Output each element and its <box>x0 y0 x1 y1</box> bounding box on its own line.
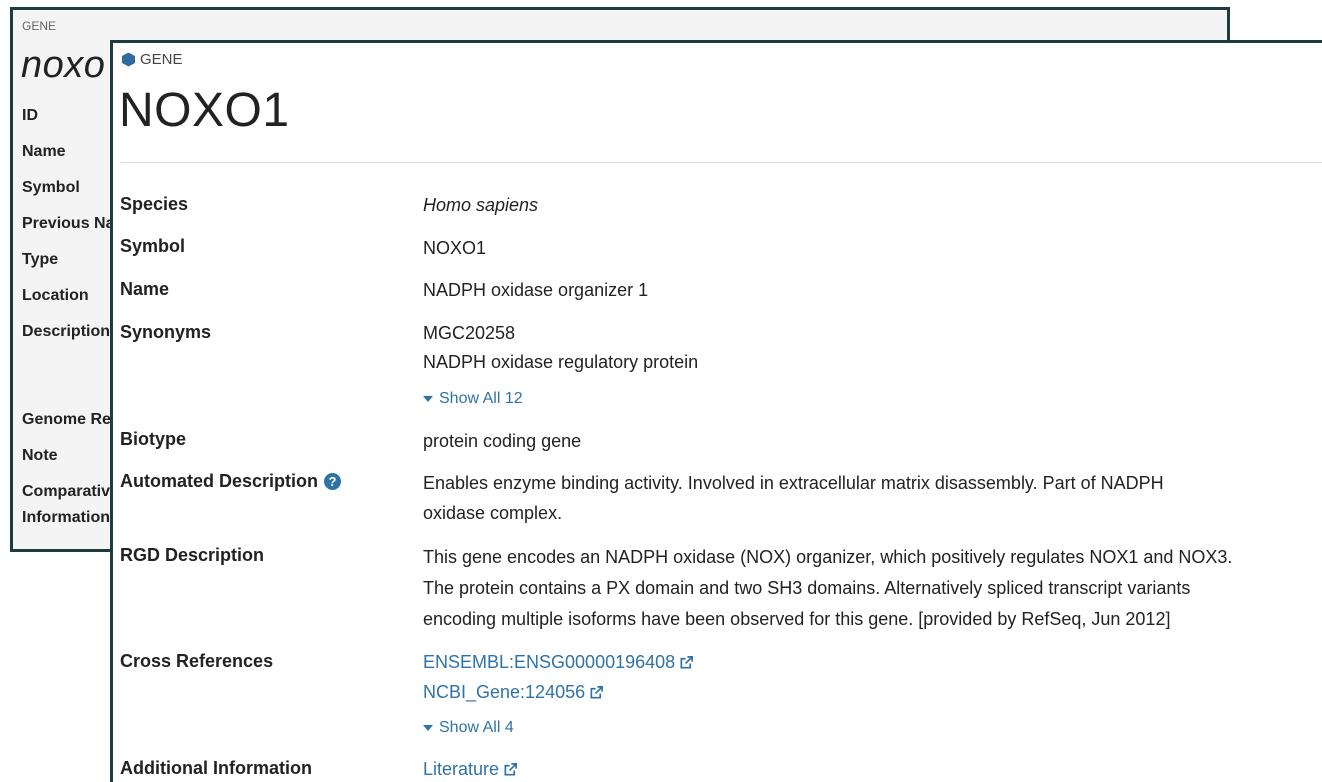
caret-down-icon <box>423 725 433 731</box>
back-label-name: Name <box>22 143 66 160</box>
rgd-description-line: The protein contains a PX domain and two… <box>423 578 1191 598</box>
cross-references-show-all-link[interactable]: Show All 4 <box>423 713 514 743</box>
rgd-description-label: RGD Description <box>120 545 265 565</box>
gene-detail-panel: GENE NOXO1 Species Homo sapiens Symbol N… <box>110 40 1322 782</box>
cross-reference-item[interactable]: NCBI_Gene:124056 <box>423 677 604 707</box>
back-label-genome-reference: Genome Re <box>22 411 111 428</box>
back-label-comparative: Comparativ <box>22 483 111 500</box>
back-gene-title: noxo <box>21 44 106 86</box>
literature-link-label: Literature <box>423 759 500 779</box>
back-label-information: Information <box>22 509 110 526</box>
automated-description-label-text: Automated Description <box>120 471 319 491</box>
rgd-description-line: encoding multiple isoforms have been obs… <box>423 609 1171 629</box>
name-value: NADPH oxidase organizer 1 <box>423 280 649 300</box>
screenshot-stage: GENE noxo ID Name Symbol Previous Na Typ… <box>0 0 1322 782</box>
literature-link[interactable]: Literature <box>423 754 518 782</box>
synonyms-label: Synonyms <box>120 322 212 342</box>
back-label-type: Type <box>22 251 59 268</box>
back-label-symbol: Symbol <box>22 179 80 196</box>
synonyms-show-all-link[interactable]: Show All 12 <box>423 384 523 414</box>
page-title: NOXO1 <box>119 84 290 137</box>
synonym-item: MGC20258 <box>423 323 516 343</box>
symbol-value: NOXO1 <box>423 238 487 258</box>
question-circle-icon[interactable]: ? <box>324 473 342 490</box>
automated-description-label: Automated Description ? <box>120 471 342 492</box>
cross-references-label: Cross References <box>120 651 274 671</box>
biotype-value: protein coding gene <box>423 431 582 451</box>
name-label: Name <box>120 279 170 299</box>
title-divider <box>119 162 1322 163</box>
ensembl-link[interactable]: ENSEMBL:ENSG00000196408 <box>423 647 694 677</box>
species-value: Homo sapiens <box>423 195 539 215</box>
external-link-icon <box>679 655 694 670</box>
back-eyebrow: GENE <box>22 19 57 33</box>
back-label-description: Description <box>22 323 111 340</box>
synonym-item: NADPH oxidase regulatory protein <box>423 352 699 372</box>
back-label-note: Note <box>22 447 58 464</box>
species-label: Species <box>120 194 189 214</box>
ncbi-gene-link[interactable]: NCBI_Gene:124056 <box>423 677 604 707</box>
back-label-id: ID <box>22 107 38 124</box>
symbol-label: Symbol <box>120 236 186 256</box>
hexagon-icon <box>122 52 135 67</box>
rgd-description-line: This gene encodes an NADPH oxidase (NOX)… <box>423 547 1233 567</box>
cross-references-show-all[interactable]: Show All 4 <box>423 710 514 743</box>
back-label-location: Location <box>22 287 89 304</box>
automated-description-line: Enables enzyme binding activity. Involve… <box>423 473 1164 493</box>
cross-references-show-all-label: Show All 4 <box>439 719 514 736</box>
external-link-icon <box>503 762 518 777</box>
automated-description-line: oxidase complex. <box>423 503 563 523</box>
biotype-label: Biotype <box>120 429 187 449</box>
gene-eyebrow: GENE <box>122 51 183 68</box>
gene-eyebrow-label: GENE <box>140 51 183 68</box>
cross-reference-item[interactable]: ENSEMBL:ENSG00000196408 <box>423 647 694 677</box>
additional-information-label: Additional Information <box>120 758 312 778</box>
ncbi-gene-link-label: NCBI_Gene:124056 <box>423 682 586 702</box>
ensembl-link-label: ENSEMBL:ENSG00000196408 <box>423 652 676 672</box>
caret-down-icon <box>423 396 433 402</box>
synonyms-show-all-label: Show All 12 <box>439 390 523 407</box>
additional-information-value[interactable]: Literature <box>423 754 518 782</box>
back-label-previous-name: Previous Na <box>22 215 115 232</box>
synonyms-show-all[interactable]: Show All 12 <box>423 381 523 414</box>
external-link-icon <box>589 685 604 700</box>
